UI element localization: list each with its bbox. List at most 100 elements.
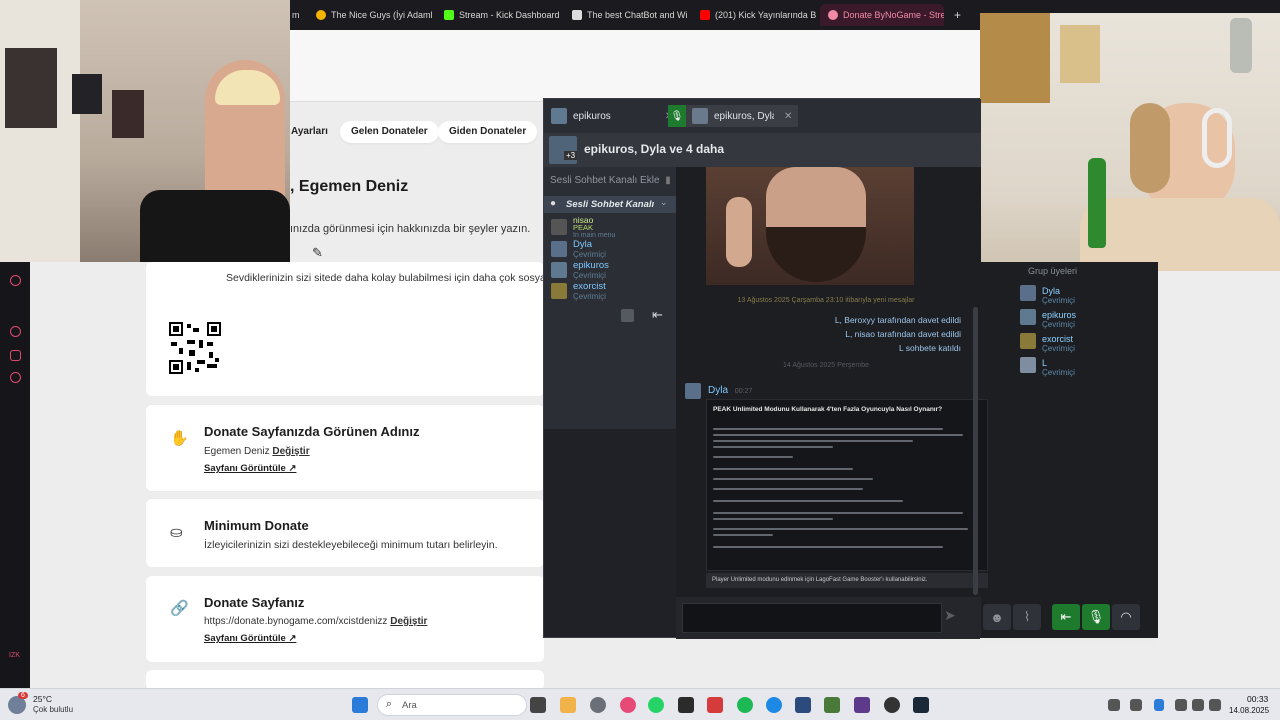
steam-tab-epikuros[interactable]: epikuros ✕: [551, 105, 673, 127]
view-page-link[interactable]: Sayfanı Görüntüle ↗: [204, 633, 296, 644]
app-icon-4[interactable]: [707, 697, 723, 713]
shared-image[interactable]: [706, 167, 914, 285]
hand-icon: ✋: [170, 430, 189, 447]
person-hair: [1130, 103, 1170, 193]
sidebar-icon-3[interactable]: [10, 350, 21, 361]
avatar: [685, 383, 701, 399]
app-icon-3[interactable]: [678, 697, 694, 713]
browser-tab-4[interactable]: (201) Kick Yayınlarında B: [692, 4, 816, 26]
steam-chat-window: epikuros ✕ 🎙 epikuros, Dyla ✕ +3 epikuro…: [543, 98, 988, 639]
edge-icon[interactable]: [766, 697, 782, 713]
member-dyla[interactable]: Dyla Çevrimiçi: [1042, 286, 1075, 305]
member-epikuros[interactable]: epikuros Çevrimiçi: [1042, 310, 1076, 329]
network-icon[interactable]: [1108, 699, 1120, 711]
settings-icon[interactable]: [10, 372, 21, 383]
display-icon[interactable]: [1130, 699, 1142, 711]
article-footer: Player Unlimited modunu edinmek için Lag…: [706, 573, 988, 588]
member-exorcist[interactable]: exorcist Çevrimiçi: [1042, 334, 1075, 353]
add-voice-channel-button[interactable]: Sesli Sohbet Kanalı Ekle ▮: [550, 175, 671, 186]
chat-message-input[interactable]: [682, 603, 942, 633]
change-link[interactable]: Değiştir: [272, 446, 309, 457]
browser-tab-3[interactable]: The best ChatBot and Wi: [564, 4, 688, 26]
avatar: [551, 219, 567, 235]
wifi-icon[interactable]: [1175, 699, 1187, 711]
message-author[interactable]: Dyla 00:27: [708, 385, 752, 396]
calendar-icon[interactable]: [621, 309, 634, 322]
card-title: Donate Sayfanız: [204, 595, 305, 610]
person-shirt: [140, 190, 290, 262]
avatar: [1020, 285, 1036, 301]
embedded-article[interactable]: PEAK Unlimited Modunu Kullanarak 4'ten F…: [706, 399, 988, 571]
weather-desc: Çok bulutlu: [33, 705, 74, 714]
app-icon-6[interactable]: [824, 697, 840, 713]
app-icon-5[interactable]: [795, 697, 811, 713]
sidebar-icon-2[interactable]: [10, 326, 21, 337]
leave-voice-button[interactable]: ⇤: [1052, 604, 1080, 630]
group-title: epikuros, Dyla ve 4 daha: [584, 142, 725, 156]
profile-name: , Egemen Deniz: [290, 178, 409, 195]
trash-icon: ▮: [665, 175, 671, 186]
steam-tab-group[interactable]: 🎙 epikuros, Dyla ✕: [668, 105, 799, 127]
poster: [112, 90, 144, 138]
opera-icon[interactable]: [620, 697, 636, 713]
browser-tab-5[interactable]: Donate ByNoGame - Strea: [820, 4, 944, 26]
view-page-link[interactable]: Sayfanı Görüntüle ↗: [204, 463, 296, 474]
new-messages-divider: 13 Ağustos 2025 Çarşamba 23:10 itibarıyl…: [737, 297, 915, 304]
clock-date[interactable]: 14.08.2025: [1229, 706, 1269, 715]
change-link[interactable]: Değiştir: [390, 616, 427, 627]
voice-channel[interactable]: ● Sesli Sohbet Kanalı ⌄: [544, 196, 676, 213]
clock-time[interactable]: 00:33: [1247, 694, 1268, 704]
tab-outgoing-donates[interactable]: Giden Donateler: [438, 121, 538, 143]
social-card: Sevdiklerinizin sizi sitede daha kolay b…: [146, 262, 546, 396]
whatsapp-icon[interactable]: [648, 697, 664, 713]
card-title: Donate Sayfanızda Görünen Adınız: [204, 424, 420, 439]
leave-voice-icon[interactable]: ⇤: [652, 307, 663, 323]
browser-tab-1[interactable]: The Nice Guys (İyi Adamla: [308, 4, 432, 26]
group-members-panel: Grup üyeleri Dyla Çevrimiçi epikuros Çevri…: [980, 262, 1158, 638]
send-icon[interactable]: ➤: [944, 607, 956, 624]
tab-incoming-donates[interactable]: Gelen Donateler: [340, 121, 439, 143]
member-l[interactable]: L Çevrimiçi: [1042, 358, 1075, 377]
settings-icon[interactable]: [590, 697, 606, 713]
app-icon-2[interactable]: [560, 697, 576, 713]
voice-panel: Sesli Sohbet Kanalı Ekle ▮ ● Sesli Sohbe…: [544, 167, 676, 429]
emoji-button[interactable]: ☻: [983, 604, 1011, 630]
chat-messages: 13 Ağustos 2025 Çarşamba 23:10 itibarıyl…: [676, 167, 988, 599]
site-sidebar: IZK: [0, 262, 30, 688]
search-icon: ⌕: [386, 698, 393, 710]
windows-start-icon[interactable]: [352, 697, 368, 713]
scrollbar[interactable]: [973, 307, 978, 595]
steam-icon[interactable]: [913, 697, 929, 713]
voice-member-exorcist[interactable]: exorcist Çevrimiçi: [573, 282, 606, 302]
card-text: https://donate.bynogame.com/xcistdenizz …: [204, 616, 428, 627]
attach-button[interactable]: ⌇: [1013, 604, 1041, 630]
volume-icon[interactable]: [1192, 699, 1204, 711]
link-icon: 🔗: [170, 600, 189, 617]
browser-tab-2[interactable]: Stream - Kick Dashboard: [436, 4, 560, 26]
coins-icon: ⛀: [170, 524, 183, 541]
app-icon-7[interactable]: [854, 697, 870, 713]
microphone-icon[interactable]: [1154, 699, 1164, 711]
chevron-down-icon[interactable]: ⌄: [660, 197, 668, 208]
qr-code-icon: [169, 322, 221, 374]
webcam-right: [980, 13, 1280, 271]
donate-page-card: 🔗 Donate Sayfanız https://donate.bynogam…: [146, 576, 544, 662]
microphone-button[interactable]: 🎙: [1082, 604, 1110, 630]
taskbar-search[interactable]: ⌕ Ara: [377, 694, 527, 716]
voice-member-dyla[interactable]: Dyla Çevrimiçi: [573, 240, 606, 260]
voice-member-nisao[interactable]: nisao PEAK In main menu: [573, 216, 615, 239]
new-tab-button[interactable]: +: [946, 4, 966, 26]
external-link-icon: ↗: [288, 463, 297, 474]
card-title: Minimum Donate: [204, 518, 309, 533]
headset-button[interactable]: ◠: [1112, 604, 1140, 630]
voice-member-epikuros[interactable]: epikuros Çevrimiçi: [573, 261, 609, 281]
battery-icon[interactable]: [1209, 699, 1221, 711]
sidebar-icon-1[interactable]: [10, 275, 21, 286]
close-icon[interactable]: ✕: [784, 111, 792, 122]
poster: [980, 13, 1050, 103]
avatar: [1020, 309, 1036, 325]
pencil-icon[interactable]: ✎: [312, 245, 323, 261]
app-icon-1[interactable]: [530, 697, 546, 713]
obs-icon[interactable]: [884, 697, 900, 713]
spotify-icon[interactable]: [737, 697, 753, 713]
